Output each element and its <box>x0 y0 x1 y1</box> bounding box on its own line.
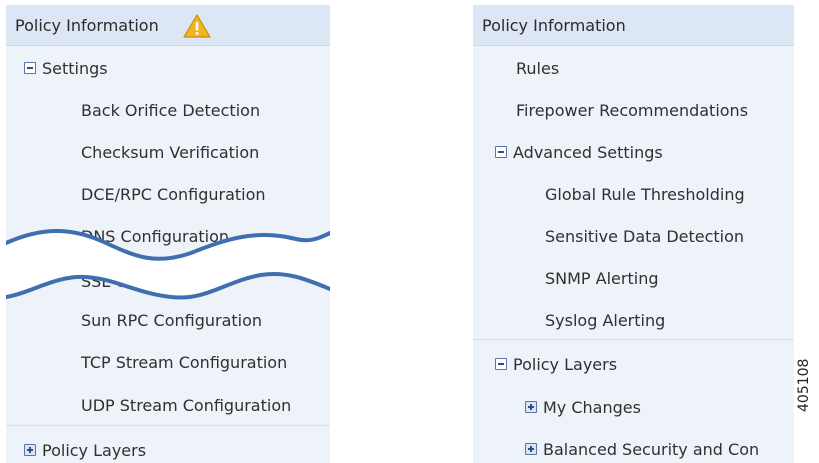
layer-item-my-changes[interactable]: My Changes <box>525 398 641 418</box>
break-wave <box>6 228 330 300</box>
expand-icon[interactable] <box>24 443 36 456</box>
divider <box>6 425 330 426</box>
advanced-settings-label: Advanced Settings <box>513 143 663 162</box>
collapse-icon[interactable] <box>495 357 507 370</box>
expand-icon[interactable] <box>525 400 537 413</box>
advanced-settings-node[interactable]: Advanced Settings <box>495 143 663 163</box>
left-policy-tree-panel: Policy Information Settings Back Orifice… <box>6 5 330 463</box>
policy-information-header[interactable]: Policy Information <box>6 5 330 46</box>
advanced-item-syslog-alerting[interactable]: Syslog Alerting <box>545 311 665 331</box>
collapse-icon[interactable] <box>495 145 507 158</box>
policy-layers-label: Policy Layers <box>513 355 618 374</box>
settings-item-checksum-verification[interactable]: Checksum Verification <box>81 143 259 163</box>
collapse-icon[interactable] <box>24 61 36 74</box>
advanced-item-snmp-alerting[interactable]: SNMP Alerting <box>545 269 659 289</box>
policy-layers-label: Policy Layers <box>42 441 147 460</box>
settings-label: Settings <box>42 59 108 78</box>
figure-id: 405108 <box>796 358 812 412</box>
rules-item[interactable]: Rules <box>516 59 559 79</box>
settings-item-back-orifice-detection[interactable]: Back Orifice Detection <box>81 101 260 121</box>
firepower-recommendations-item[interactable]: Firepower Recommendations <box>516 101 748 121</box>
expand-icon[interactable] <box>525 442 537 455</box>
layer-item-balanced-security[interactable]: Balanced Security and Con <box>525 440 759 460</box>
right-policy-tree-panel: Policy Information Rules Firepower Recom… <box>473 5 794 463</box>
warning-icon <box>183 14 211 38</box>
settings-item-tcp-stream-configuration[interactable]: TCP Stream Configuration <box>81 353 287 373</box>
layer-item-label: Balanced Security and Con <box>543 440 760 459</box>
policy-layers-node[interactable]: Policy Layers <box>495 355 617 375</box>
advanced-item-sensitive-data-detection[interactable]: Sensitive Data Detection <box>545 227 744 247</box>
settings-node[interactable]: Settings <box>24 59 108 79</box>
policy-layers-node[interactable]: Policy Layers <box>24 441 146 461</box>
settings-item-sun-rpc-configuration[interactable]: Sun RPC Configuration <box>81 311 262 331</box>
divider <box>473 339 794 340</box>
policy-information-header[interactable]: Policy Information <box>473 5 794 46</box>
settings-item-udp-stream-configuration[interactable]: UDP Stream Configuration <box>81 396 291 416</box>
settings-item-dce-rpc-configuration[interactable]: DCE/RPC Configuration <box>81 185 266 205</box>
advanced-item-global-rule-thresholding[interactable]: Global Rule Thresholding <box>545 185 745 205</box>
policy-information-title: Policy Information <box>482 16 626 35</box>
policy-information-title: Policy Information <box>15 16 159 35</box>
layer-item-label: My Changes <box>543 398 641 417</box>
